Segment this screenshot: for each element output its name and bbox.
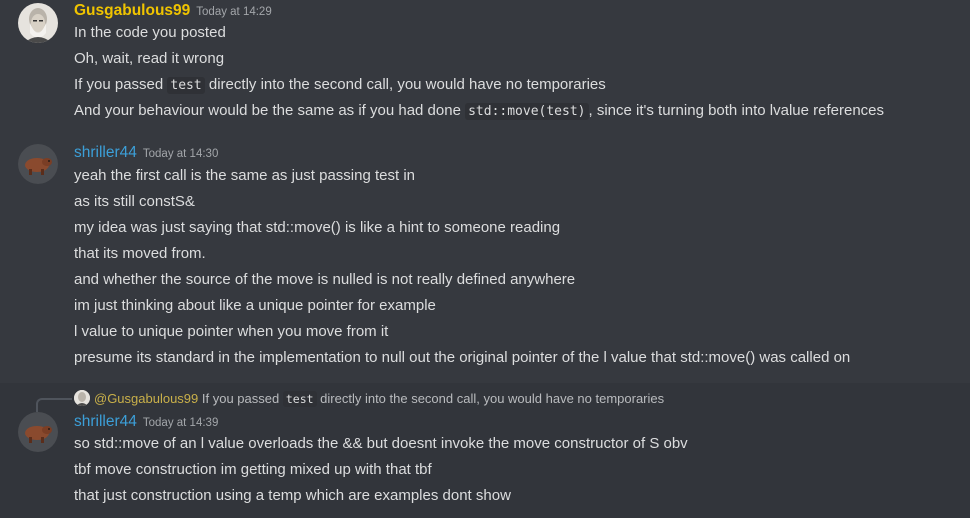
reply-spine-icon: [36, 398, 72, 412]
message-line: as its still constS&: [74, 193, 195, 210]
message-line: tbf move construction im getting mixed u…: [74, 461, 432, 478]
message-header: shriller44 Today at 14:30: [74, 144, 218, 162]
inline-code: test: [167, 77, 205, 94]
message-line: im just thinking about like a unique poi…: [74, 297, 436, 314]
message-line: l value to unique pointer when you move …: [74, 323, 389, 340]
timestamp: Today at 14:39: [142, 417, 219, 429]
message-header: shriller44 Today at 14:39: [74, 413, 218, 431]
avatar-gusgabulous99[interactable]: [18, 3, 58, 43]
message-line: that its moved from.: [74, 245, 206, 262]
message-line: If you passed test directly into the sec…: [74, 76, 606, 94]
timestamp: Today at 14:30: [142, 148, 219, 160]
username[interactable]: Gusgabulous99: [74, 2, 190, 19]
inline-code: std::move(test): [465, 103, 589, 120]
message-line: that just construction using a temp whic…: [74, 487, 511, 504]
reply-avatar-icon: [74, 390, 90, 406]
avatar-shriller44[interactable]: [18, 144, 58, 184]
reply-preview[interactable]: @Gusgabulous99 If you passed test direct…: [74, 389, 664, 409]
username[interactable]: shriller44: [74, 413, 137, 430]
message-line: In the code you posted: [74, 24, 226, 41]
chat-messages: Gusgabulous99 Today at 14:29 In the code …: [0, 0, 970, 518]
message-header: Gusgabulous99 Today at 14:29: [74, 2, 272, 20]
avatar-shriller44[interactable]: [18, 412, 58, 452]
inline-code: test: [282, 391, 317, 407]
username[interactable]: shriller44: [74, 144, 137, 161]
reply-mention[interactable]: @Gusgabulous99: [94, 391, 198, 406]
message-line: my idea was just saying that std::move()…: [74, 219, 561, 236]
message-line: presume its standard in the implementati…: [74, 349, 851, 366]
message-line: and whether the source of the move is nu…: [74, 271, 576, 288]
message-line: And your behaviour would be the same as …: [74, 102, 885, 120]
message-line: so std::move of an l value overloads the…: [74, 435, 688, 452]
message-line: yeah the first call is the same as just …: [74, 167, 415, 184]
timestamp: Today at 14:29: [196, 6, 272, 18]
message-line: Oh, wait, read it wrong: [74, 50, 225, 67]
